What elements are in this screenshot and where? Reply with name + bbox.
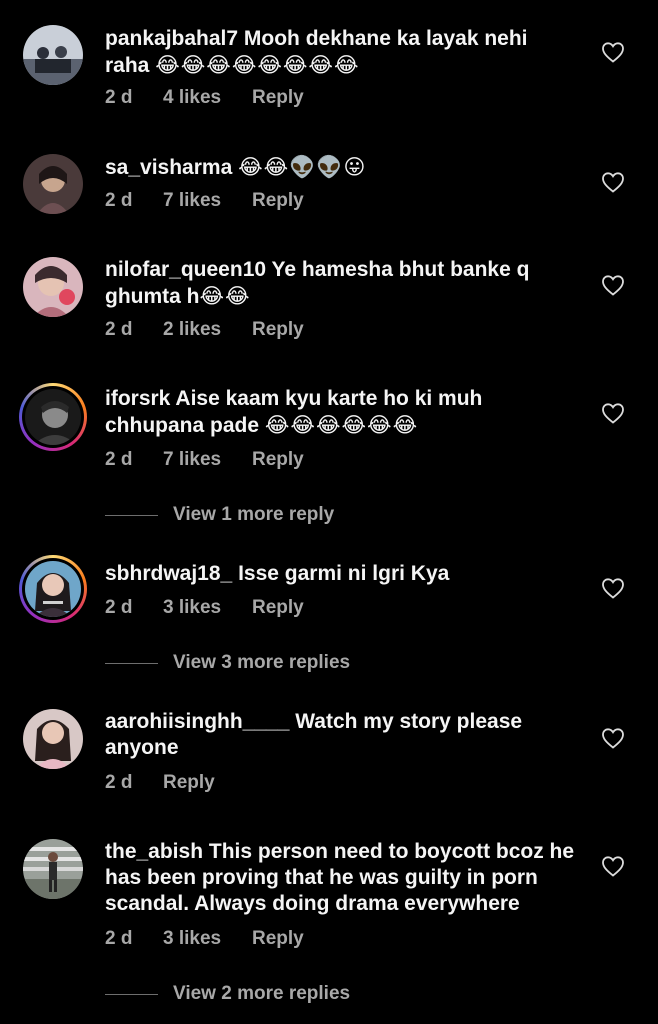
comment-emojis: 😂😂👽👽😛 [238,155,367,179]
comment-username[interactable]: sbhrdwaj18_ [105,562,232,585]
avatar-image [25,561,81,617]
comment-likes[interactable]: 7 likes [163,190,252,212]
view-more-replies-button[interactable]: View 2 more replies [105,983,350,1005]
reply-button[interactable]: Reply [252,449,304,471]
view-more-replies-label[interactable]: View 3 more replies [173,652,350,674]
comment-meta: 2 d 7 likes Reply [105,449,304,471]
avatar[interactable] [23,709,83,769]
comment-meta: 2 d 7 likes Reply [105,190,304,212]
comment-time: 2 d [105,928,133,949]
comment-time: 2 d [105,772,133,793]
comment-text: sbhrdwaj18_ Isse garmi ni lgri Kya [105,561,575,587]
comment-text: pankajbahal7 Mooh dekhane ka layak nehi … [105,26,575,79]
avatar [25,389,81,445]
avatar[interactable] [23,25,83,85]
comment-meta: 2 d 3 likes Reply [105,928,304,950]
comment-username[interactable]: sa_visharma [105,156,232,179]
comment-text: sa_visharma 😂😂👽👽😛 [105,154,575,181]
reply-button[interactable]: Reply [252,87,304,109]
comment-text: nilofar_queen10 Ye hamesha bhut banke q … [105,257,575,310]
comment-text: aarohiisinghh____ Watch my story please … [105,709,575,761]
heart-outline-icon[interactable] [601,41,625,63]
comment-emojis: 😂😂 [199,284,251,308]
heart-outline-icon[interactable] [601,274,625,296]
view-more-replies-button[interactable]: View 1 more reply [105,504,334,526]
comment-time: 2 d [105,190,133,211]
heart-outline-icon[interactable] [601,171,625,193]
comment-emojis: 😂😂😂😂😂😂😂😂 [155,53,360,77]
divider-line [105,514,158,516]
avatar-image [23,257,83,317]
avatar-story-ring[interactable] [19,555,87,623]
reply-button[interactable]: Reply [163,772,215,794]
divider-line [105,993,158,995]
avatar-image [23,709,83,769]
avatar-image [23,25,83,85]
heart-outline-icon[interactable] [601,402,625,424]
comment-text: the_abish This person need to boycott bc… [105,839,575,917]
reply-button[interactable]: Reply [252,190,304,212]
comment-text: iforsrk Aise kaam kyu karte ho ki muh ch… [105,386,575,439]
reply-button[interactable]: Reply [252,597,304,619]
comment-meta: 2 d 4 likes Reply [105,87,304,109]
comment-time: 2 d [105,87,133,108]
comment-meta: 2 d Reply [105,772,215,794]
comment-meta: 2 d 3 likes Reply [105,597,304,619]
avatar [25,561,81,617]
avatar-image [25,389,81,445]
comment-username[interactable]: the_abish [105,840,203,863]
reply-button[interactable]: Reply [252,319,304,341]
comment-emojis: 😂😂😂😂😂😂 [264,413,419,437]
comment-time: 2 d [105,597,133,618]
comment-username[interactable]: nilofar_queen10 [105,258,266,281]
divider-line [105,662,158,664]
comment-meta: 2 d 2 likes Reply [105,319,304,341]
view-more-replies-button[interactable]: View 3 more replies [105,652,350,674]
avatar-image [23,154,83,214]
comment-likes[interactable]: 2 likes [163,319,252,341]
comment-likes[interactable]: 3 likes [163,928,252,950]
view-more-replies-label[interactable]: View 1 more reply [173,504,334,526]
comment-username[interactable]: aarohiisinghh____ [105,710,289,733]
comment-body: Isse garmi ni lgri Kya [238,562,450,585]
comment-time: 2 d [105,449,133,470]
comment-username[interactable]: iforsrk [105,387,170,410]
heart-outline-icon[interactable] [601,855,625,877]
avatar[interactable] [23,257,83,317]
heart-outline-icon[interactable] [601,577,625,599]
comment-time: 2 d [105,319,133,340]
avatar-image [23,839,83,899]
comment-likes[interactable]: 4 likes [163,87,252,109]
reply-button[interactable]: Reply [252,928,304,950]
avatar[interactable] [23,154,83,214]
avatar[interactable] [23,839,83,899]
comment-likes[interactable]: 7 likes [163,449,252,471]
heart-outline-icon[interactable] [601,727,625,749]
view-more-replies-label[interactable]: View 2 more replies [173,983,350,1005]
comment-likes[interactable]: 3 likes [163,597,252,619]
comment-username[interactable]: pankajbahal7 [105,27,238,50]
avatar-story-ring[interactable] [19,383,87,451]
